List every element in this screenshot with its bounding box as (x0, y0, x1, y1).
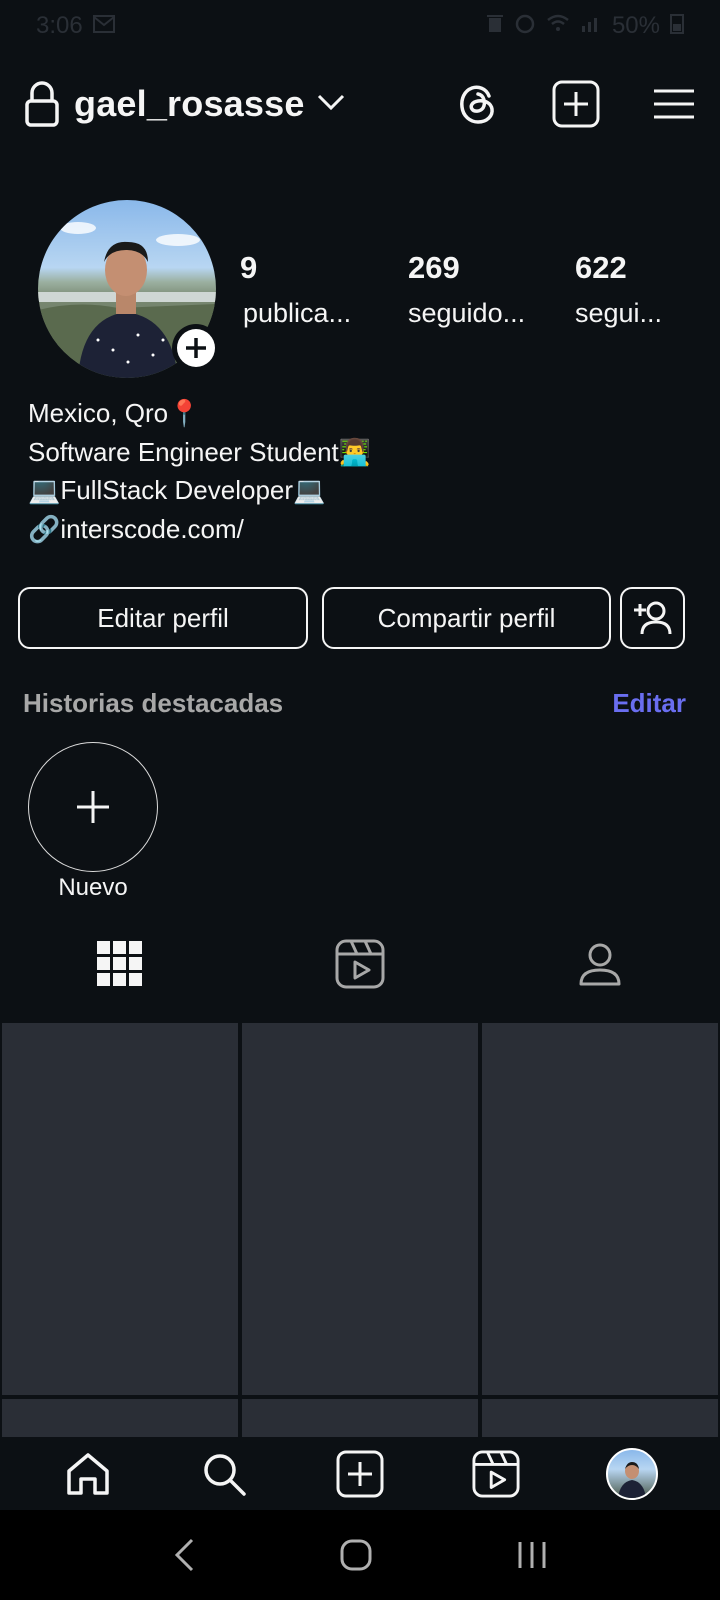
add-story-button[interactable] (172, 324, 220, 372)
bio-role: Software Engineer Student👨‍💻 (28, 436, 372, 467)
trash-icon (486, 12, 504, 40)
grid-icon (97, 941, 142, 986)
profile-avatar-small (606, 1447, 658, 1500)
battery-icon (670, 12, 684, 41)
bio-tagline: 💻FullStack Developer💻 (28, 475, 326, 505)
profile-tabs (0, 934, 720, 994)
stat-posts[interactable]: 9 publica... (240, 250, 351, 329)
nav-reels[interactable] (456, 1439, 536, 1509)
stat-followers[interactable]: 269 seguido... (408, 250, 525, 329)
create-icon (336, 1450, 384, 1497)
account-switcher[interactable]: gael_rosasse (74, 83, 345, 125)
chevron-down-icon (317, 93, 345, 116)
battery-level: 50% (611, 12, 660, 39)
system-nav-bar (0, 1510, 720, 1600)
plus-icon (77, 791, 109, 823)
stat-following-label: segui... (575, 298, 663, 328)
signal-icon (580, 12, 602, 40)
stat-following-value: 622 (575, 250, 627, 285)
grid-tile[interactable] (482, 1399, 718, 1439)
home-button-icon[interactable] (340, 1539, 372, 1571)
status-bar: 3:06 50% (0, 0, 720, 52)
menu-icon[interactable] (652, 88, 696, 120)
grid-tile[interactable] (482, 1023, 718, 1395)
bio-link[interactable]: 🔗interscode.com/ (28, 510, 371, 549)
add-story-inner (177, 329, 215, 367)
home-icon (67, 1452, 109, 1495)
grid-tile[interactable] (2, 1023, 238, 1395)
bottom-nav (0, 1437, 720, 1510)
search-icon (204, 1453, 246, 1496)
new-highlight-button[interactable] (28, 742, 158, 872)
grid-tile[interactable] (242, 1399, 478, 1439)
plus-icon (186, 338, 206, 358)
edit-profile-button[interactable]: Editar perfil (18, 587, 308, 649)
nav-search[interactable] (184, 1439, 264, 1509)
discover-people-button[interactable] (620, 587, 685, 649)
new-highlight-label: Nuevo (58, 874, 128, 901)
stat-posts-label: publica... (243, 298, 352, 328)
nav-create[interactable] (320, 1439, 400, 1509)
stat-followers-label: seguido... (408, 298, 526, 328)
nav-profile[interactable] (592, 1439, 672, 1509)
create-post-icon[interactable] (552, 80, 600, 128)
tab-reels[interactable] (240, 934, 480, 994)
bio-location: Mexico, Qro📍 (28, 398, 201, 428)
profile-picture[interactable] (38, 200, 220, 378)
status-right: 50% (486, 12, 684, 41)
share-profile-button[interactable]: Compartir perfil (322, 587, 611, 649)
tab-tagged[interactable] (480, 934, 720, 994)
top-actions (456, 80, 696, 128)
tab-posts[interactable] (0, 934, 240, 994)
mail-icon (92, 12, 115, 40)
add-person-icon (633, 601, 671, 635)
nav-home[interactable] (48, 1439, 128, 1509)
grid-tile[interactable] (242, 1023, 478, 1395)
stat-followers-value: 269 (408, 250, 460, 285)
highlights-edit-link[interactable]: Editar (612, 688, 686, 719)
tagged-icon (579, 943, 621, 986)
status-left: 3:06 (36, 12, 115, 40)
recent-apps-icon[interactable] (516, 1540, 548, 1570)
grid-tile[interactable] (2, 1399, 238, 1439)
threads-icon[interactable] (456, 82, 500, 126)
bio: Mexico, Qro📍 Software Engineer Student👨‍… (28, 394, 371, 548)
lock-icon (24, 81, 60, 127)
highlights-title: Historias destacadas (23, 688, 284, 718)
back-icon[interactable] (172, 1538, 196, 1572)
stat-following[interactable]: 622 segui... (575, 250, 662, 329)
reels-icon (335, 939, 385, 989)
username: gael_rosasse (74, 83, 305, 124)
top-bar: gael_rosasse (0, 62, 720, 146)
alarm-icon (514, 12, 536, 41)
stat-posts-value: 9 (240, 250, 258, 285)
wifi-icon (546, 12, 570, 40)
status-time: 3:06 (36, 12, 83, 39)
reels-icon (472, 1449, 520, 1498)
